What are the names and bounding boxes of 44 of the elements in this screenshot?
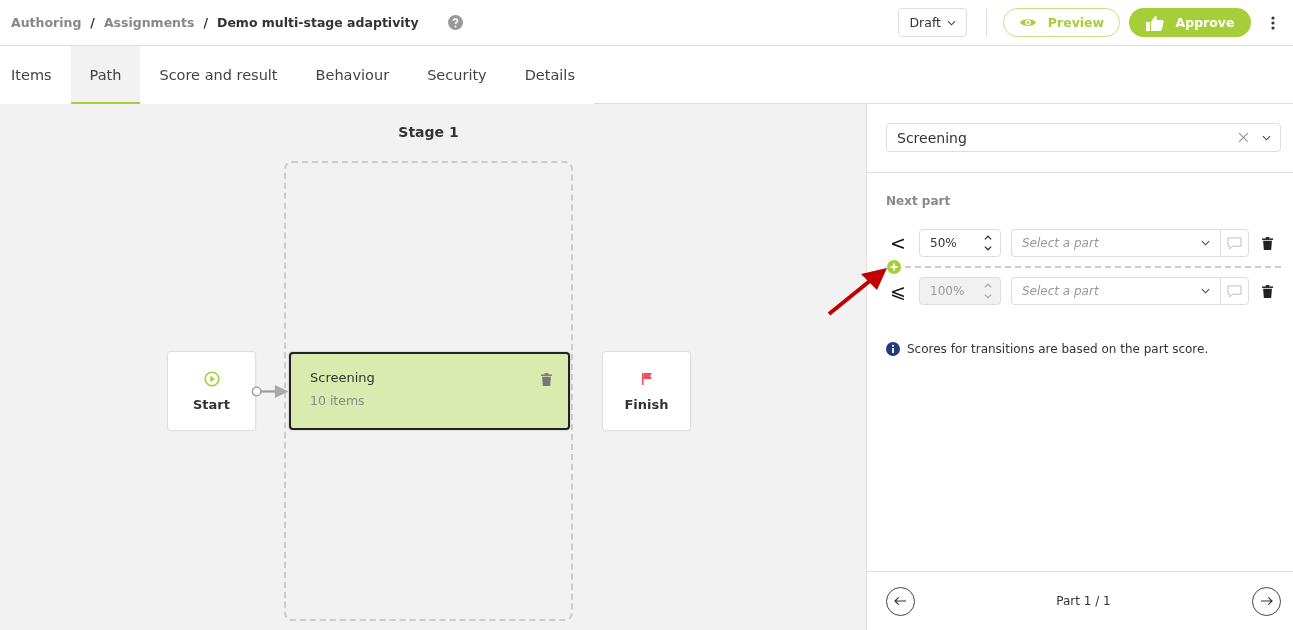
- speech-bubble-icon: [1227, 236, 1242, 250]
- info-icon: [886, 342, 900, 356]
- status-dropdown[interactable]: Draft: [898, 8, 967, 37]
- info-text: Scores for transitions are based on the part score.: [907, 342, 1209, 356]
- start-node[interactable]: Start: [168, 352, 255, 430]
- section-title: Next part: [886, 194, 952, 208]
- chevron-down-icon[interactable]: [1262, 134, 1271, 141]
- help-icon[interactable]: [447, 15, 463, 30]
- previous-button[interactable]: [886, 586, 915, 616]
- trash-icon[interactable]: [1262, 284, 1273, 298]
- arrow-right-icon: [1260, 596, 1273, 606]
- clear-icon[interactable]: [1238, 132, 1249, 143]
- score-input: 100%: [919, 277, 1001, 305]
- part-select[interactable]: Screening: [886, 123, 1281, 152]
- item-count: 10 items: [310, 393, 366, 408]
- next-button[interactable]: [1252, 586, 1281, 616]
- breadcrumb-separator: /: [203, 15, 208, 30]
- annotation-arrow: [827, 266, 889, 316]
- stage-title: Stage 1: [397, 124, 460, 140]
- trash-icon[interactable]: [1262, 236, 1273, 250]
- arrow-left-icon: [894, 596, 907, 606]
- chevron-down-icon: [1201, 288, 1210, 294]
- pager-label: Part 1 / 1: [1056, 594, 1111, 608]
- stepper-icon: [983, 282, 993, 300]
- part-name: Screening: [310, 370, 375, 385]
- eye-icon: [1018, 16, 1037, 29]
- chevron-down-icon: [1201, 240, 1210, 246]
- more-options-icon[interactable]: [1271, 15, 1275, 30]
- finish-node[interactable]: Finish: [603, 352, 690, 430]
- chevron-down-icon: [947, 19, 956, 26]
- connector-arrow: [251, 384, 290, 399]
- breadcrumb-link[interactable]: Assignments: [103, 15, 195, 30]
- speech-bubble-icon: [1227, 284, 1242, 298]
- score-input[interactable]: 50%: [919, 229, 1001, 257]
- breadcrumb-separator: /: [90, 15, 95, 30]
- part-node[interactable]: Screening 10 items: [289, 352, 570, 430]
- tab[interactable]: Path: [70, 46, 141, 104]
- stepper-icon[interactable]: [983, 234, 993, 252]
- operator-symbol: ⩽: [889, 280, 907, 302]
- thumbs-up-icon: [1145, 14, 1164, 31]
- play-icon: [203, 370, 220, 387]
- breadcrumb-link[interactable]: Authoring: [11, 15, 82, 30]
- page-title: Demo multi-stage adaptivity: [217, 15, 419, 30]
- operator-symbol: <: [889, 232, 907, 254]
